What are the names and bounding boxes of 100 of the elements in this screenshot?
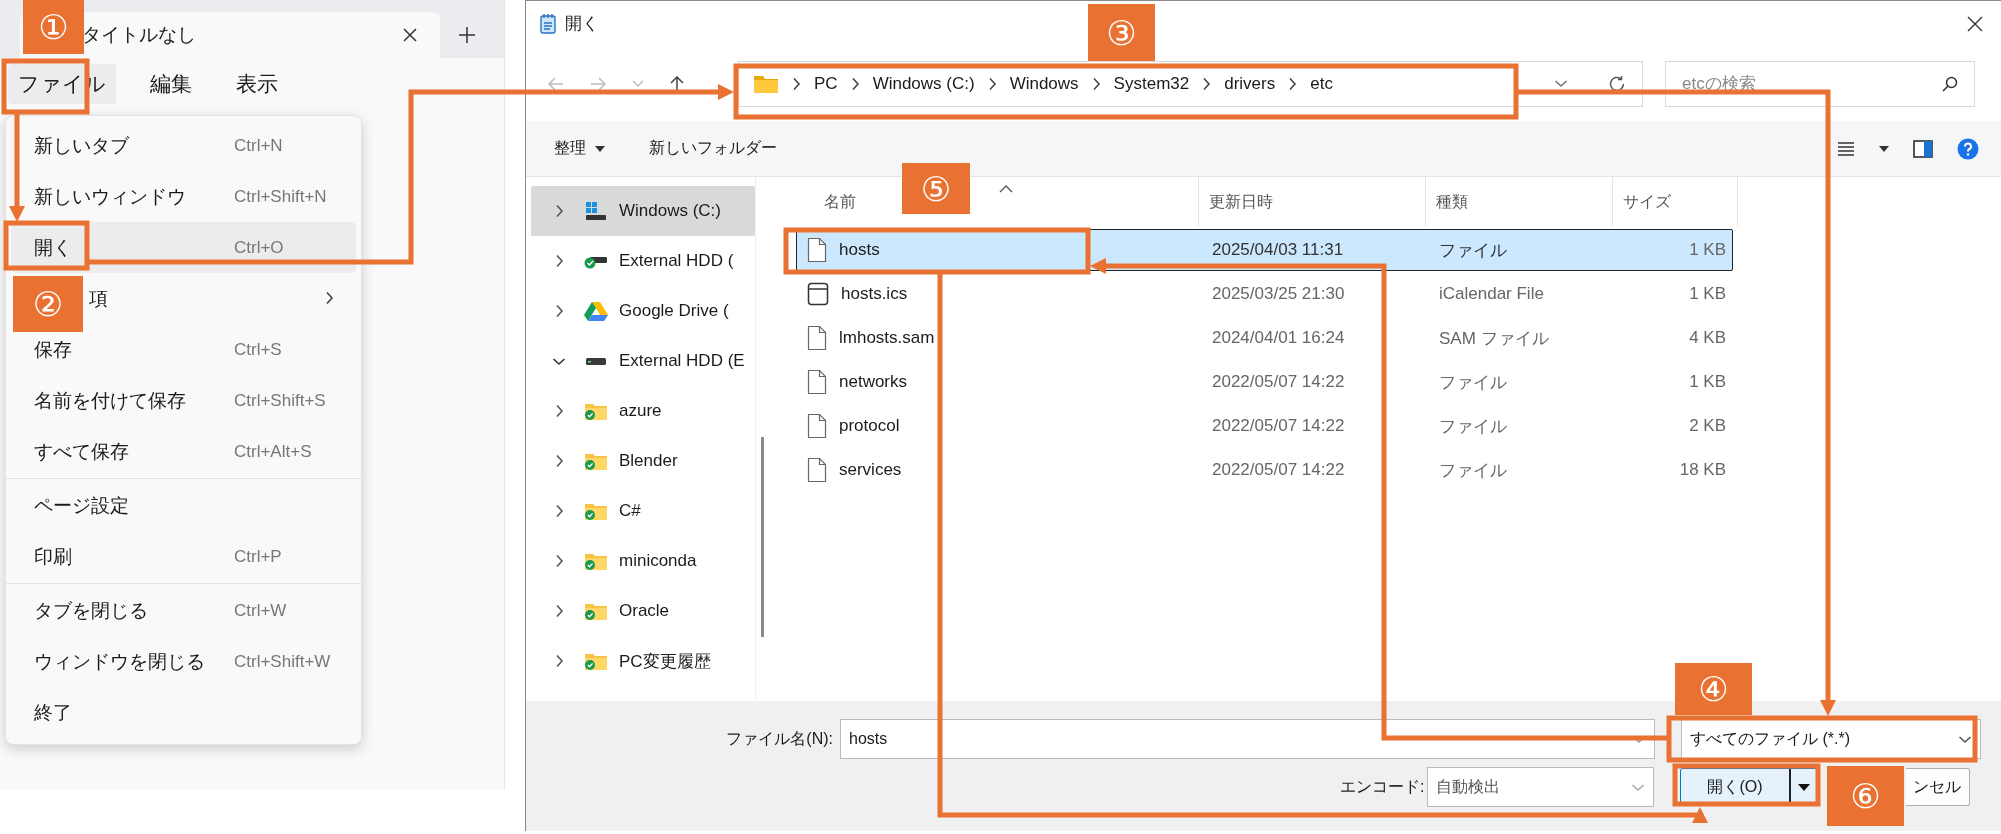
tree-item[interactable]: External HDD (E [531, 336, 755, 386]
folder-icon [584, 551, 608, 571]
tree-item[interactable]: Oracle [531, 586, 755, 636]
toolbar-button[interactable]: 新しいフォルダー [649, 138, 777, 159]
chevron-right-icon[interactable] [850, 76, 860, 91]
chevron-right-icon[interactable] [792, 76, 801, 91]
tree-item[interactable]: C# [531, 486, 755, 536]
shortcut-label: Ctrl+O [234, 237, 284, 258]
close-icon[interactable] [402, 27, 418, 43]
date-cell: 2025/04/03 11:31 [1212, 240, 1344, 259]
file-icon [807, 457, 827, 483]
toolbar-menu[interactable]: 整理 [554, 138, 605, 159]
shortcut-label: Ctrl+W [234, 600, 287, 621]
file-row[interactable]: protocol 2022/05/07 14:22 ファイル 2 KB [796, 405, 1733, 447]
type-cell: SAM ファイル [1439, 328, 1549, 348]
tree-item[interactable]: External HDD ( [531, 236, 755, 286]
file-row[interactable]: hosts 2025/04/03 11:31 ファイル 1 KB [796, 229, 1733, 271]
menu-item[interactable]: ページ設定 [11, 480, 356, 531]
menu-item[interactable]: 終了 [11, 687, 356, 738]
file-row[interactable]: hosts.ics 2025/03/25 21:30 iCalendar File 1 KB [796, 273, 1733, 315]
type-cell: ファイル [1439, 460, 1507, 480]
file-row[interactable]: networks 2022/05/07 14:22 ファイル 1 KB [796, 361, 1733, 403]
view-list-icon[interactable] [1837, 141, 1855, 156]
cancel-button[interactable]: ンセル [1906, 768, 1970, 806]
size-cell: 4 KB [1689, 328, 1726, 347]
address-bar[interactable]: PC Windows (C:) Windows System32 drivers etc [738, 60, 1643, 107]
preview-pane-icon[interactable] [1913, 139, 1933, 158]
column-header[interactable]: サイズ [1623, 191, 1671, 213]
file-icon [807, 237, 827, 263]
shortcut-label: Ctrl+Alt+S [234, 441, 312, 462]
menu-item[interactable]: 新しいウィンドウ Ctrl+Shift+N [11, 171, 356, 222]
menu-item[interactable]: 項 [86, 273, 356, 324]
drive-icon [585, 201, 607, 221]
chevron-right-icon[interactable] [554, 604, 564, 618]
tree-item[interactable]: Google Drive ( [531, 286, 755, 336]
folder-icon [584, 451, 608, 471]
chevron-right-icon[interactable] [987, 76, 997, 91]
filter-dropdown[interactable]: すべてのファイル (*.*) [1681, 719, 1981, 759]
menu-tab[interactable]: 編集 [140, 64, 202, 104]
chevron-right-icon[interactable] [554, 554, 564, 568]
refresh-icon[interactable] [1608, 74, 1626, 93]
up-arrow-icon[interactable] [670, 75, 684, 92]
menu-item[interactable]: すべて保存 Ctrl+Alt+S [11, 426, 356, 477]
breadcrumb-item[interactable]: Windows (C:) [872, 73, 975, 94]
file-name: protocol [839, 416, 900, 436]
chevron-right-icon[interactable] [554, 204, 564, 218]
chevron-right-icon[interactable] [554, 404, 564, 418]
breadcrumb-item[interactable]: System32 [1113, 73, 1190, 94]
chevron-right-icon[interactable] [1202, 76, 1212, 91]
folder-icon [584, 601, 608, 621]
help-icon[interactable] [1957, 137, 1979, 160]
tree-item[interactable]: PC変更履歴 [531, 636, 755, 686]
chevron-right-icon[interactable] [1091, 76, 1101, 91]
folder-icon [753, 73, 779, 94]
menu-item[interactable]: タブを閉じる Ctrl+W [11, 585, 356, 636]
plus-icon[interactable] [458, 26, 476, 44]
breadcrumb-item[interactable]: etc [1310, 73, 1333, 94]
menu-item[interactable]: 名前を付けて保存 Ctrl+Shift+S [11, 375, 356, 426]
tab-title[interactable]: タイトルなし [82, 22, 402, 48]
tree-item[interactable]: azure [531, 386, 755, 436]
tree-item[interactable]: miniconda [531, 536, 755, 586]
tree-item[interactable]: Windows (C:) [531, 186, 755, 236]
chevron-right-icon[interactable] [325, 291, 334, 305]
chevron-right-icon[interactable] [554, 254, 564, 268]
forward-arrow-icon[interactable] [590, 76, 606, 91]
menu-item[interactable]: ウィンドウを閉じる Ctrl+Shift+W [11, 636, 356, 687]
date-cell: 2022/05/07 14:22 [1212, 372, 1345, 391]
window-title: 開く [565, 13, 599, 35]
chevron-down-icon[interactable] [1958, 734, 1972, 744]
column-header[interactable]: 種類 [1436, 191, 1468, 213]
chevron-right-icon[interactable] [554, 454, 564, 468]
caret-icon[interactable] [1879, 145, 1889, 152]
close-icon[interactable] [1967, 15, 1983, 32]
chevron-right-icon[interactable] [554, 504, 564, 518]
calendar-icon [807, 282, 829, 306]
chevron-right-icon[interactable] [1288, 76, 1298, 91]
breadcrumb-item[interactable]: Windows [1009, 73, 1079, 94]
date-cell: 2025/03/25 21:30 [1212, 284, 1345, 303]
type-cell: ファイル [1439, 416, 1507, 436]
chevron-right-icon[interactable] [554, 304, 564, 318]
tree-item[interactable]: Blender [531, 436, 755, 486]
breadcrumb-item[interactable]: drivers [1224, 73, 1276, 94]
type-cell: ファイル [1439, 372, 1507, 392]
chevron-down-icon[interactable] [552, 356, 566, 366]
size-cell: 1 KB [1689, 372, 1726, 391]
file-row[interactable]: services 2022/05/07 14:22 ファイル 18 KB [796, 449, 1733, 491]
menu-item[interactable]: 印刷 Ctrl+P [11, 531, 356, 582]
breadcrumb-item[interactable]: PC [814, 73, 838, 94]
chevron-right-icon[interactable] [554, 654, 564, 668]
menu-item[interactable]: 新しいタブ Ctrl+N [11, 120, 356, 171]
back-arrow-icon[interactable] [548, 76, 564, 91]
folder-icon [584, 501, 608, 521]
shortcut-label: Ctrl+N [234, 135, 283, 156]
shortcut-label: Ctrl+Shift+N [234, 186, 327, 207]
column-header[interactable]: 更新日時 [1209, 191, 1273, 213]
scrollbar-thumb[interactable] [761, 437, 764, 637]
file-row[interactable]: lmhosts.sam 2024/04/01 16:24 SAM ファイル 4 KB [796, 317, 1733, 359]
menu-tab[interactable]: 表示 [226, 64, 288, 104]
encoding-dropdown[interactable]: 自動検出 [1427, 767, 1654, 807]
column-header[interactable]: 名前 [824, 191, 856, 213]
